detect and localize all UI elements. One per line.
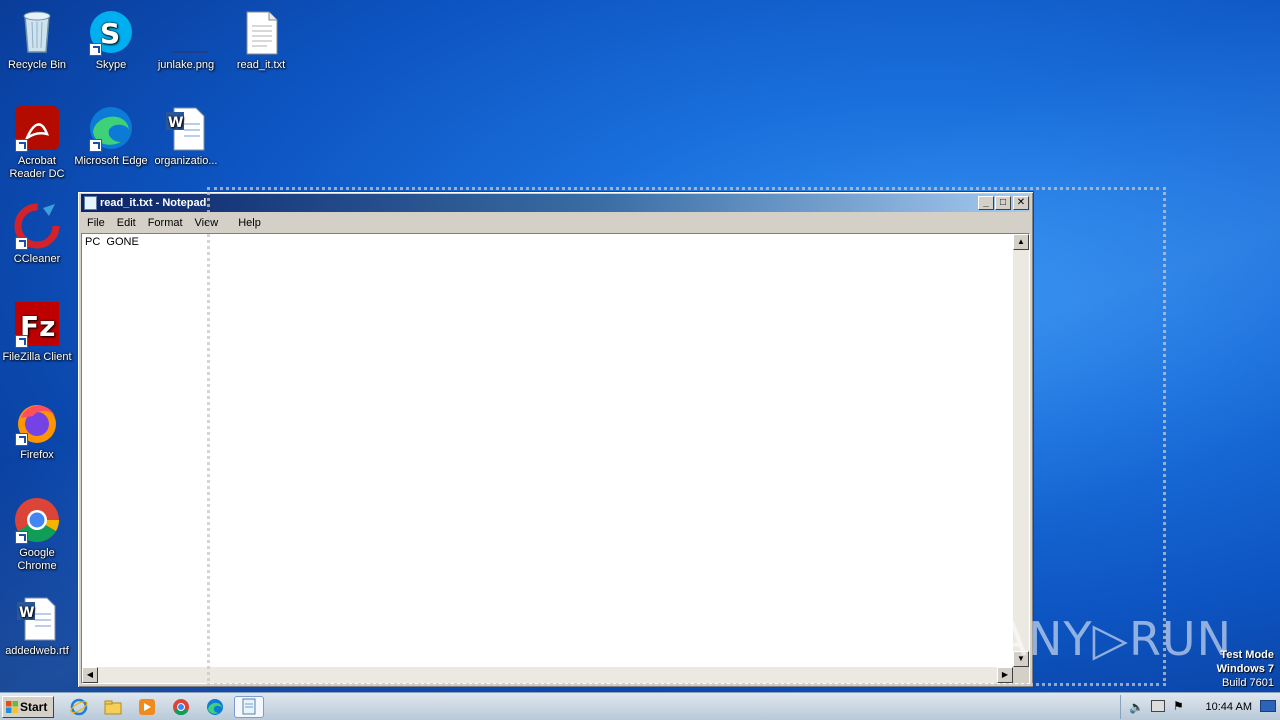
recycle-bin-icon [13,8,61,56]
shortcut-arrow-icon [89,43,102,56]
desktop-icon-label: Firefox [20,449,54,461]
close-button[interactable]: ✕ [1013,196,1029,210]
windows-flag-icon [6,701,18,713]
test-mode-label: Test Mode Windows 7 Build 7601 [1217,648,1274,690]
taskbar: Start 🔈 ⚑ 10:44 AM [0,692,1280,720]
notepad-taskbar-button[interactable] [234,696,264,718]
image-file-icon [162,8,210,56]
svg-text:S: S [100,17,120,50]
acrobat-icon [13,104,61,152]
desktop-icon-read-it[interactable]: read_it.txt [224,8,298,72]
menu-help[interactable]: Help [232,217,267,229]
shortcut-arrow-icon [15,237,28,250]
filezilla-icon: Fz [13,300,61,348]
desktop-icon-skype[interactable]: S Skype [74,8,148,72]
desktop-icon-recycle-bin[interactable]: Recycle Bin [0,8,74,72]
text-file-icon [237,8,285,56]
notepad-icon [84,196,97,210]
test-mode-line1: Test Mode [1220,649,1274,661]
internet-explorer-icon[interactable] [70,698,88,716]
notepad-window[interactable]: read_it.txt - Notepad _ □ ✕ File Edit Fo… [77,191,1034,688]
desktop-icon-label: junlake.png [157,59,215,71]
desktop-icon-firefox[interactable]: Firefox [0,398,74,462]
file-explorer-icon[interactable] [104,698,122,716]
shortcut-arrow-icon [15,531,28,544]
vertical-scrollbar[interactable]: ▲ ▼ [1013,234,1029,667]
horizontal-scrollbar[interactable]: ◀ ▶ [82,667,1013,683]
shortcut-arrow-icon [15,335,28,348]
test-mode-line2: Windows 7 [1216,663,1274,675]
desktop-icon-chrome[interactable]: Google Chrome [0,496,74,573]
desktop-icon-label: read_it.txt [236,59,286,71]
action-center-flag-icon[interactable]: ⚑ [1173,699,1184,713]
scroll-up-arrow-icon[interactable]: ▲ [1013,234,1029,250]
test-mode-line3: Build 7601 [1222,677,1274,689]
start-button[interactable]: Start [2,696,54,718]
document-text: PC GONE [85,236,139,248]
scroll-left-arrow-icon[interactable]: ◀ [82,667,98,683]
volume-icon[interactable]: 🔈 [1129,700,1144,714]
system-tray: 🔈 ⚑ 10:44 AM [1120,695,1280,719]
desktop-icon-label: Skype [95,59,127,71]
ccleaner-icon [13,202,61,250]
window-title: read_it.txt - Notepad [100,197,207,209]
svg-text:W: W [19,605,34,621]
desktop-icon-acrobat[interactable]: Acrobat Reader DC [0,104,74,181]
desktop-icon-filezilla[interactable]: Fz FileZilla Client [0,300,74,364]
text-edit-area[interactable]: PC GONE ▲ ▼ ◀ ▶ [81,233,1030,684]
desktop-icon-label: Microsoft Edge [74,155,148,167]
network-icon[interactable] [1151,700,1165,712]
desktop-icon-label: FileZilla Client [2,351,72,363]
desktop-icon-edge[interactable]: Microsoft Edge [74,104,148,168]
minimize-button[interactable]: _ [978,196,994,210]
desktop-icon-label: addedweb.rtf [5,645,69,657]
menu-format[interactable]: Format [142,217,189,229]
svg-text:W: W [168,115,183,131]
desktop-icon-label: Recycle Bin [7,59,67,71]
desktop-icon-ccleaner[interactable]: CCleaner [0,202,74,266]
desktop-icon-label: Acrobat Reader DC [9,155,65,180]
menu-file[interactable]: File [81,217,111,229]
skype-icon: S [87,8,135,56]
chrome-icon [13,496,61,544]
menu-view[interactable]: View [189,217,225,229]
scroll-right-arrow-icon[interactable]: ▶ [997,667,1013,683]
edge-icon [87,104,135,152]
word-document-icon: W [13,594,61,642]
resize-grip-icon[interactable] [1013,667,1029,683]
desktop-icon-label: CCleaner [13,253,61,265]
show-desktop-icon[interactable] [1260,700,1276,712]
desktop-icon-junlake[interactable]: junlake.png [149,8,223,72]
shortcut-arrow-icon [15,139,28,152]
desktop-icon-addedweb[interactable]: W addedweb.rtf [0,594,74,658]
shortcut-arrow-icon [15,433,28,446]
word-document-icon: W [162,104,210,152]
maximize-button[interactable]: □ [995,196,1011,210]
menu-edit[interactable]: Edit [111,217,142,229]
firefox-icon [13,398,61,446]
desktop-icon-organization[interactable]: W organizatio... [149,104,223,168]
edge-taskbar-icon[interactable] [206,698,224,716]
menu-bar: File Edit Format View Help [81,214,1030,232]
media-player-icon[interactable] [138,698,156,716]
clock[interactable]: 10:44 AM [1206,701,1252,713]
chrome-taskbar-icon[interactable] [172,698,190,716]
start-label: Start [20,700,48,714]
anyrun-watermark: ANY▷RUN [995,612,1232,666]
desktop-icon-label: organizatio... [154,155,218,167]
desktop-icon-label: Google Chrome [17,547,57,572]
title-bar[interactable]: read_it.txt - Notepad _ □ ✕ [81,194,1030,212]
shortcut-arrow-icon [89,139,102,152]
